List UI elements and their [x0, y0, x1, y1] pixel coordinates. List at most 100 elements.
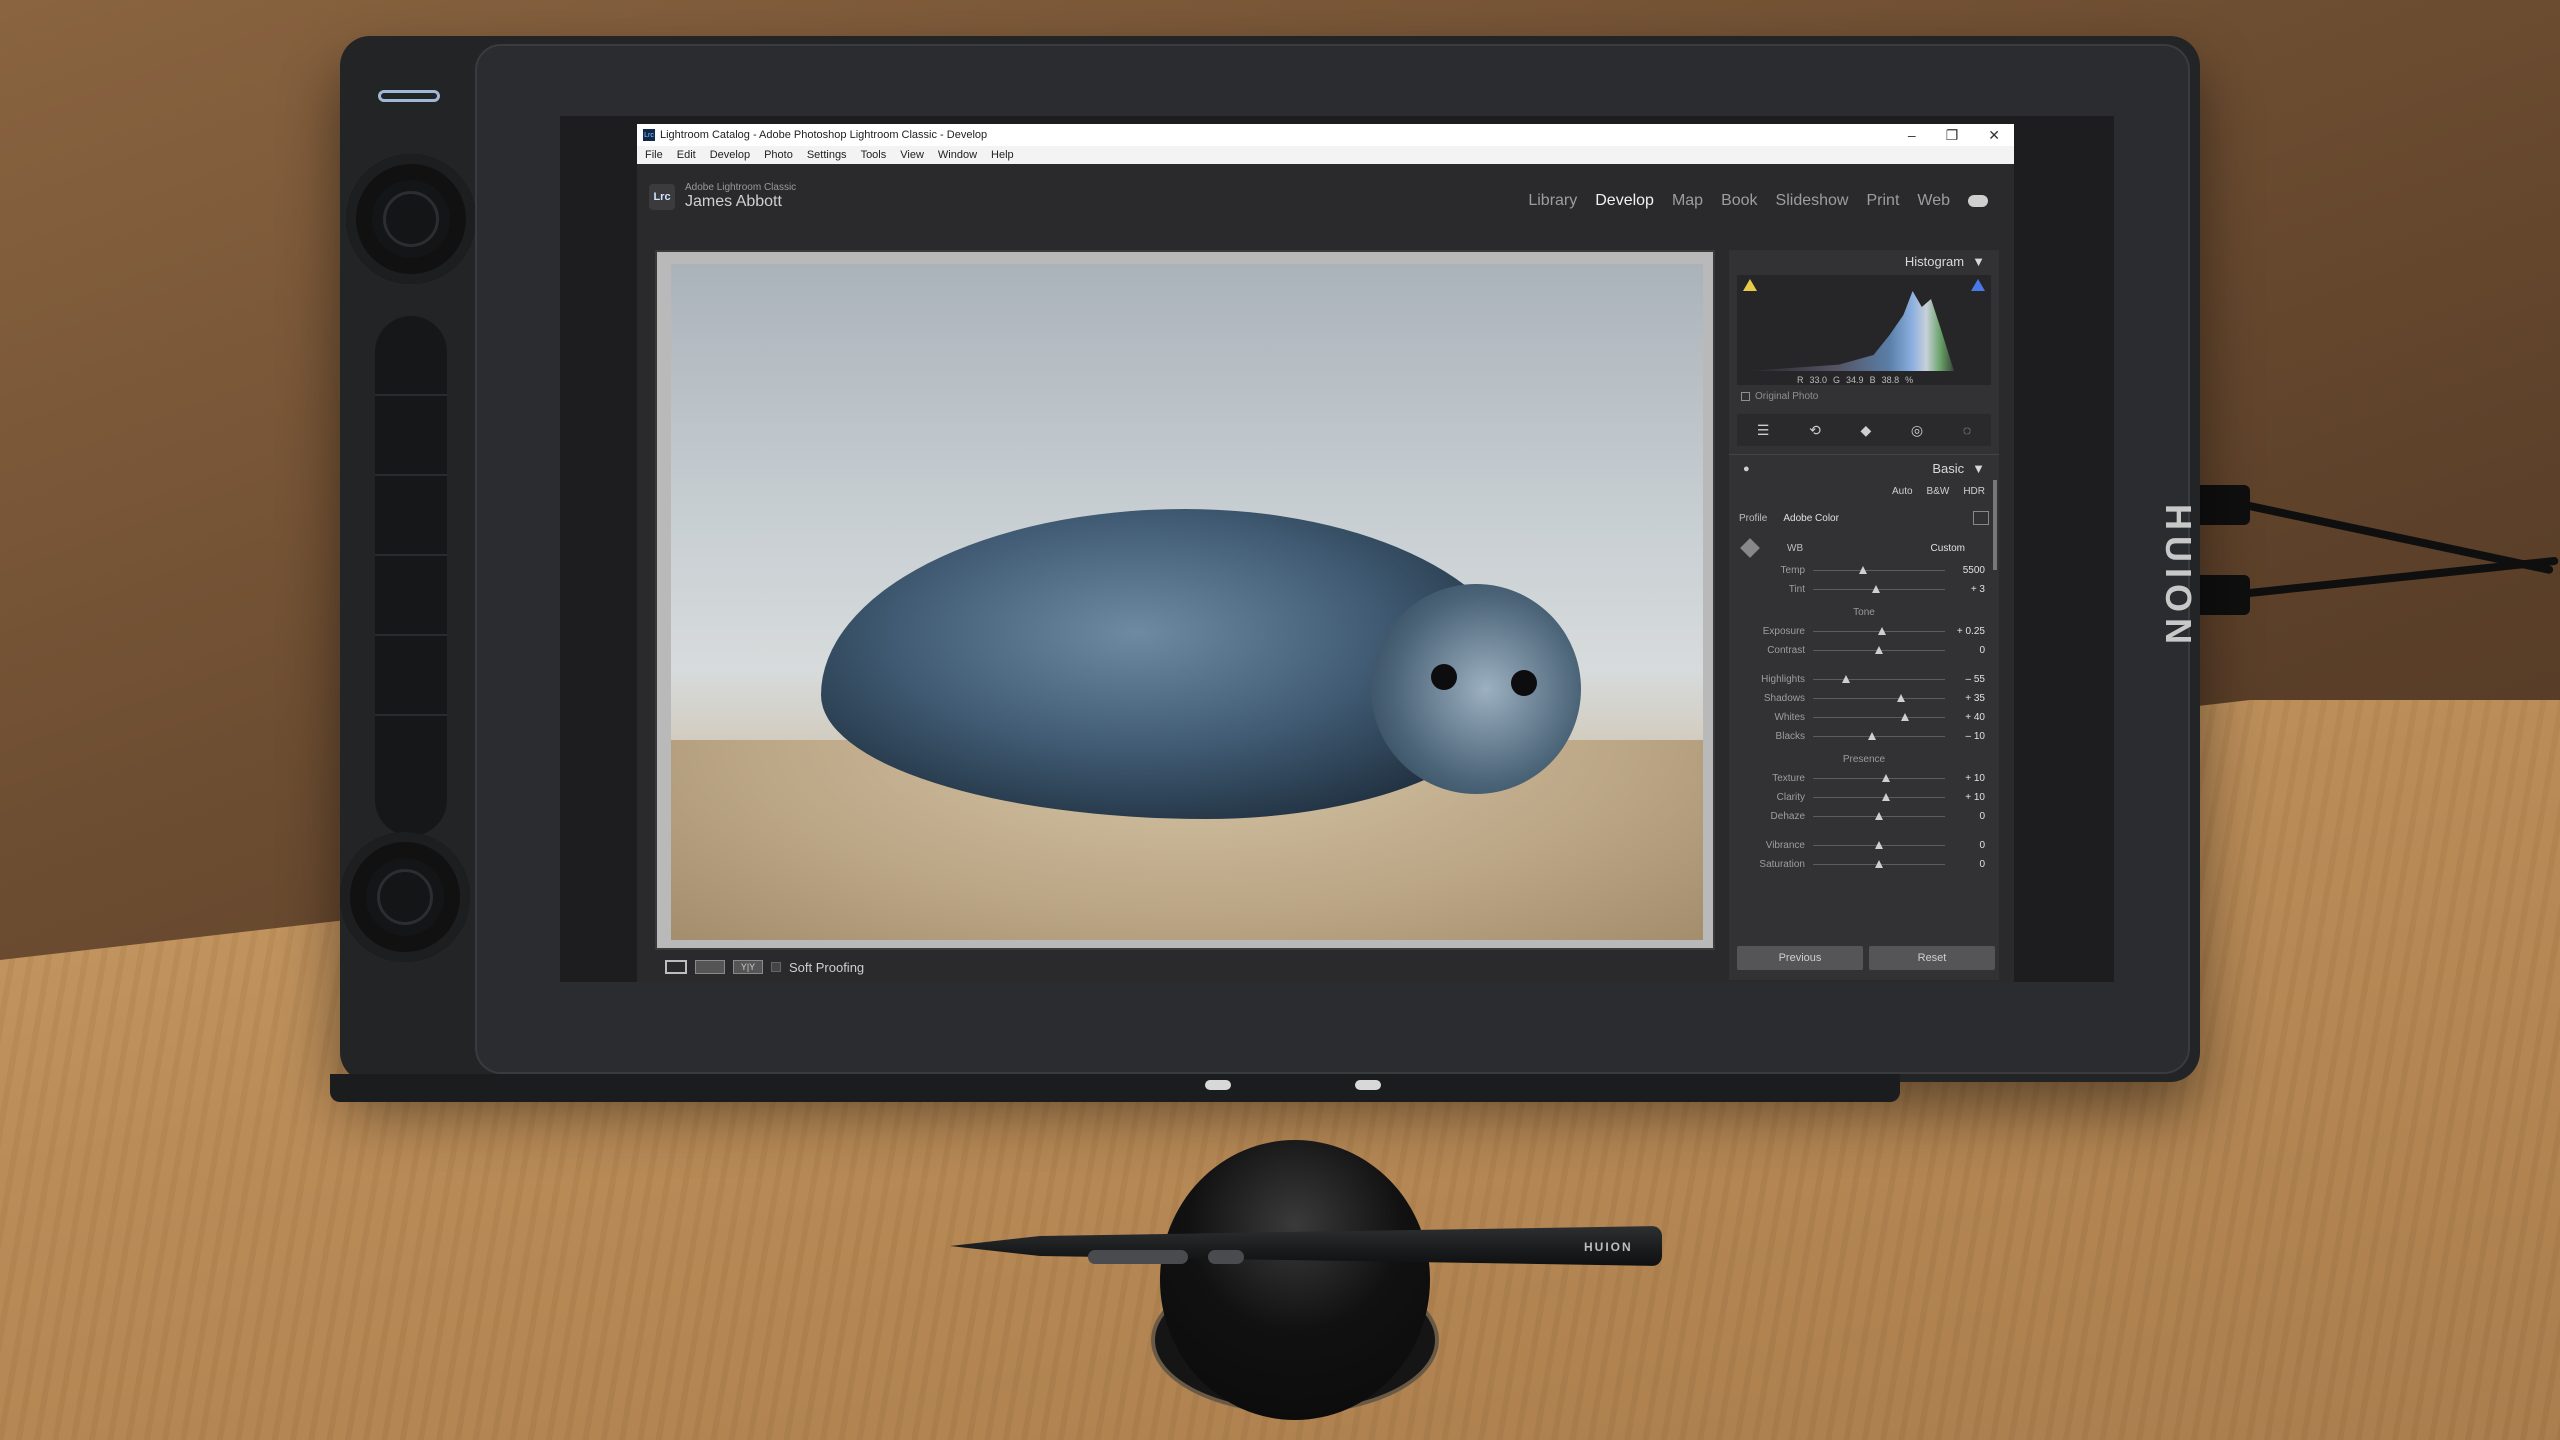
- menu-photo[interactable]: Photo: [764, 149, 793, 161]
- slider-track[interactable]: [1813, 732, 1945, 740]
- slider-thumb[interactable]: [1901, 713, 1910, 721]
- menu-view[interactable]: View: [900, 149, 924, 161]
- express-key[interactable]: [375, 396, 447, 476]
- sliders-icon[interactable]: ☰: [1757, 422, 1770, 439]
- original-photo-checkbox[interactable]: [1741, 392, 1750, 401]
- maximize-button[interactable]: ❐: [1946, 127, 1959, 144]
- slider-thumb[interactable]: [1875, 860, 1883, 868]
- eyedropper-icon[interactable]: [1740, 538, 1760, 558]
- module-develop[interactable]: Develop: [1595, 192, 1654, 210]
- pen-side-button[interactable]: [1208, 1250, 1244, 1264]
- module-book[interactable]: Book: [1721, 192, 1757, 210]
- masking-icon[interactable]: ◌: [1963, 422, 1971, 438]
- profile-dropdown[interactable]: Adobe Color: [1783, 513, 1839, 524]
- dial-bottom[interactable]: [340, 832, 470, 962]
- slider-track[interactable]: [1813, 566, 1945, 574]
- menu-help[interactable]: Help: [991, 149, 1014, 161]
- menu-tools[interactable]: Tools: [861, 149, 887, 161]
- slider-track[interactable]: [1813, 793, 1945, 801]
- slider-value[interactable]: + 35: [1945, 693, 1985, 704]
- slider-thumb[interactable]: [1842, 675, 1850, 683]
- slider-thumb[interactable]: [1859, 566, 1868, 574]
- slider-value[interactable]: + 3: [1945, 584, 1985, 595]
- menu-edit[interactable]: Edit: [677, 149, 696, 161]
- lrc-logo: Lrc: [649, 183, 675, 210]
- slider-track[interactable]: [1813, 841, 1945, 849]
- profile-browser-icon[interactable]: [1973, 511, 1989, 525]
- express-key[interactable]: [375, 476, 447, 556]
- loupe-view-button[interactable]: [665, 960, 687, 974]
- cloud-icon[interactable]: [1968, 195, 1988, 207]
- module-library[interactable]: Library: [1528, 192, 1577, 210]
- original-photo-toggle[interactable]: Original Photo: [1729, 387, 1999, 406]
- slider-thumb[interactable]: [1877, 627, 1886, 635]
- slider-value[interactable]: + 10: [1945, 792, 1985, 803]
- previous-button[interactable]: Previous: [1737, 946, 1863, 970]
- menu-window[interactable]: Window: [938, 149, 977, 161]
- module-print[interactable]: Print: [1866, 192, 1899, 210]
- crop-icon[interactable]: ⟲: [1809, 422, 1821, 439]
- slider-thumb[interactable]: [1875, 812, 1883, 820]
- slider-value[interactable]: + 0.25: [1945, 626, 1985, 637]
- reset-button[interactable]: Reset: [1869, 946, 1995, 970]
- slider-value[interactable]: 0: [1945, 645, 1985, 656]
- yy-button[interactable]: Y|Y: [733, 960, 763, 974]
- menu-develop[interactable]: Develop: [710, 149, 750, 161]
- slider-track[interactable]: [1813, 646, 1945, 654]
- slider-track[interactable]: [1813, 627, 1945, 635]
- slider-track[interactable]: [1813, 713, 1945, 721]
- express-key[interactable]: [375, 316, 447, 396]
- slider-thumb[interactable]: [1881, 793, 1890, 801]
- close-button[interactable]: ✕: [1988, 127, 2000, 144]
- slider-thumb[interactable]: [1872, 585, 1881, 593]
- dial-top[interactable]: [346, 154, 476, 284]
- slider-thumb[interactable]: [1875, 646, 1883, 654]
- slider-value[interactable]: 0: [1945, 840, 1985, 851]
- slider-thumb[interactable]: [1875, 841, 1883, 849]
- auto-button[interactable]: Auto: [1892, 486, 1913, 497]
- slider-track[interactable]: [1813, 694, 1945, 702]
- eye-icon[interactable]: ●: [1743, 463, 1750, 475]
- slider-track[interactable]: [1813, 812, 1945, 820]
- pen-side-button[interactable]: [1088, 1250, 1188, 1264]
- panel-scrollbar[interactable]: [1993, 480, 1997, 570]
- hdr-button[interactable]: HDR: [1963, 486, 1985, 497]
- slider-track[interactable]: [1813, 860, 1945, 868]
- wb-dropdown[interactable]: Custom: [1931, 543, 1985, 554]
- panel-buttons: Previous Reset: [1737, 946, 1995, 970]
- slider-thumb[interactable]: [1868, 732, 1877, 740]
- slider-track[interactable]: [1813, 675, 1945, 683]
- module-slideshow[interactable]: Slideshow: [1776, 192, 1849, 210]
- express-key[interactable]: [375, 716, 447, 796]
- highlight-clipping-icon[interactable]: [1971, 279, 1985, 291]
- module-web[interactable]: Web: [1917, 192, 1950, 210]
- basic-header[interactable]: ● Basic ▼: [1729, 454, 1999, 482]
- menu-settings[interactable]: Settings: [807, 149, 847, 161]
- slider-label: Contrast: [1767, 645, 1805, 656]
- slider-value[interactable]: 0: [1945, 859, 1985, 870]
- slider-thumb[interactable]: [1897, 694, 1906, 702]
- express-key[interactable]: [375, 636, 447, 716]
- slider-label: Clarity: [1776, 792, 1805, 803]
- slider-thumb[interactable]: [1881, 774, 1890, 782]
- slider-value[interactable]: 0: [1945, 811, 1985, 822]
- express-key[interactable]: [375, 556, 447, 636]
- menu-file[interactable]: File: [645, 149, 663, 161]
- image-canvas[interactable]: [655, 250, 1715, 950]
- red-eye-icon[interactable]: ◎: [1911, 422, 1923, 439]
- slider-value[interactable]: – 10: [1945, 731, 1985, 742]
- shadow-clipping-icon[interactable]: [1743, 279, 1757, 291]
- histogram-header[interactable]: Histogram ▼: [1729, 250, 1999, 273]
- slider-value[interactable]: – 55: [1945, 674, 1985, 685]
- slider-track[interactable]: [1813, 774, 1945, 782]
- healing-icon[interactable]: ◆: [1860, 422, 1871, 439]
- slider-value[interactable]: + 10: [1945, 773, 1985, 784]
- slider-value[interactable]: + 40: [1945, 712, 1985, 723]
- soft-proofing-checkbox[interactable]: [771, 962, 781, 972]
- module-map[interactable]: Map: [1672, 192, 1703, 210]
- before-after-button[interactable]: [695, 960, 725, 974]
- slider-track[interactable]: [1813, 585, 1945, 593]
- minimize-button[interactable]: –: [1908, 127, 1916, 144]
- bw-button[interactable]: B&W: [1927, 486, 1950, 497]
- slider-value[interactable]: 5500: [1945, 565, 1985, 576]
